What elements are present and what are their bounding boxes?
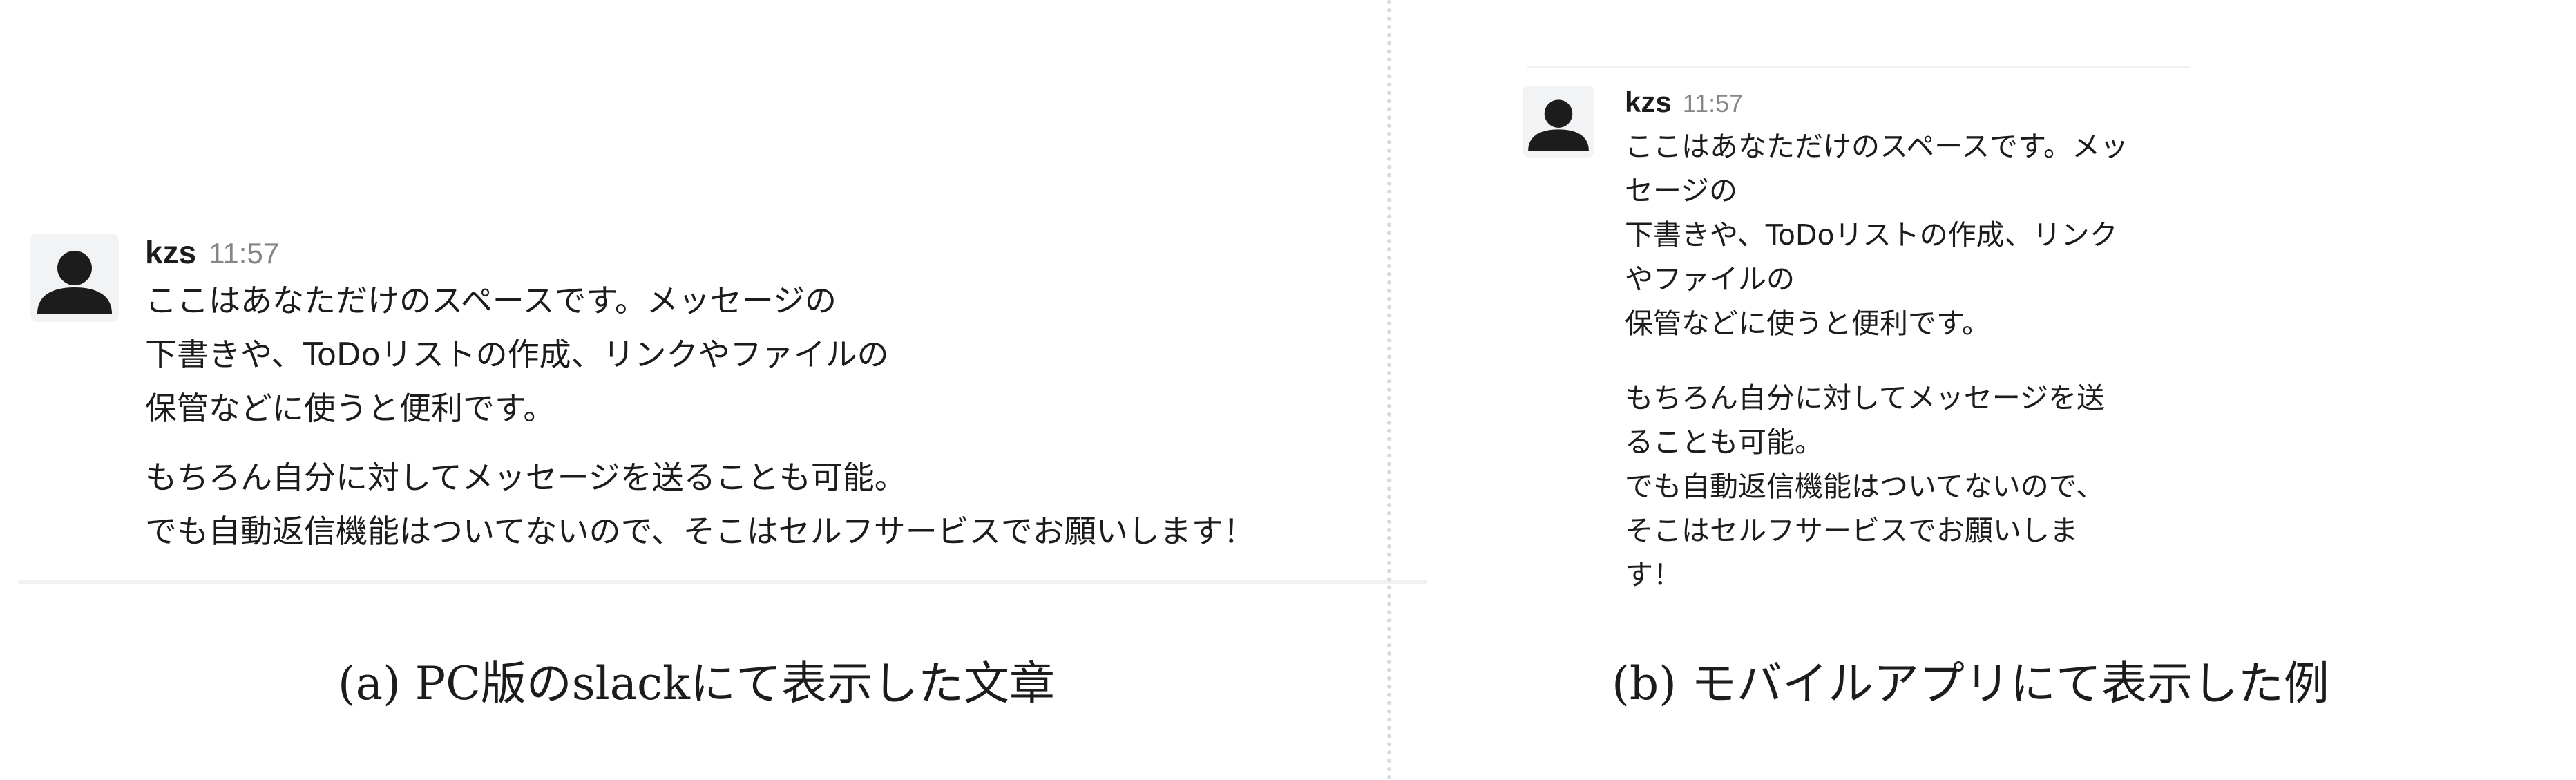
message-header: kzs 11:57 [1625, 86, 2128, 119]
message-line: 下書きや、ToDoリストの作成、リンク [1625, 218, 2118, 251]
pc-message: kzs 11:57 ここはあなただけのスペースです。メッセージの 下書きや、To… [30, 234, 1255, 558]
message-line: セージの [1625, 174, 1738, 207]
person-silhouette-icon [37, 251, 112, 314]
message-line: もちろん自分に対してメッセージを送 [1625, 381, 2105, 415]
timestamp[interactable]: 11:57 [209, 237, 279, 270]
message-text: ここはあなただけのスペースです。メッセージの 下書きや、ToDoリストの作成、リ… [145, 274, 1255, 558]
caption-pc: (a) PC版のslackにて表示した文章 [337, 657, 1056, 710]
message-line: 保管などに使うと便利です。 [1625, 307, 1990, 340]
person-silhouette-icon [1528, 99, 1589, 151]
panel-divider [1387, 0, 1391, 780]
message-header: kzs 11:57 [145, 234, 1255, 271]
message-top-border [1527, 66, 2190, 68]
message-body: kzs 11:57 ここはあなただけのスペースです。メッセージの 下書きや、To… [145, 234, 1255, 558]
avatar[interactable] [1523, 86, 1594, 158]
message-bottom-border [18, 580, 1427, 584]
message-line: す！ [1625, 558, 1681, 591]
message-line: ることも可能。 [1625, 426, 1823, 459]
message-line: でも自動返信機能はついてないので、そこはセルフサービスでお願いします！ [145, 513, 1255, 550]
message-text: ここはあなただけのスペースです。メッ セージの 下書きや、ToDoリストの作成、… [1625, 124, 2128, 597]
message-line: でも自動返信機能はついてないので、 [1625, 470, 2105, 503]
caption-mobile: (b) モバイルアプリにて表示した例 [1612, 657, 2329, 710]
message-line: やファイルの [1625, 263, 1795, 296]
timestamp[interactable]: 11:57 [1683, 89, 1743, 118]
message-line: ここはあなただけのスペースです。メッセージの [145, 282, 837, 319]
message-line: 保管などに使うと便利です。 [145, 390, 555, 427]
avatar[interactable] [30, 234, 119, 322]
message-body: kzs 11:57 ここはあなただけのスペースです。メッ セージの 下書きや、T… [1625, 86, 2128, 597]
message-line: そこはセルフサービスでお願いしま [1625, 514, 2078, 547]
message-line: ここはあなただけのスペースです。メッ [1625, 130, 2128, 163]
mobile-message: kzs 11:57 ここはあなただけのスペースです。メッ セージの 下書きや、T… [1523, 86, 2128, 597]
message-line: もちろん自分に対してメッセージを送ることも可能。 [145, 459, 906, 496]
username[interactable]: kzs [1625, 86, 1672, 119]
message-line: 下書きや、ToDoリストの作成、リンクやファイルの [145, 336, 889, 373]
username[interactable]: kzs [145, 234, 196, 271]
